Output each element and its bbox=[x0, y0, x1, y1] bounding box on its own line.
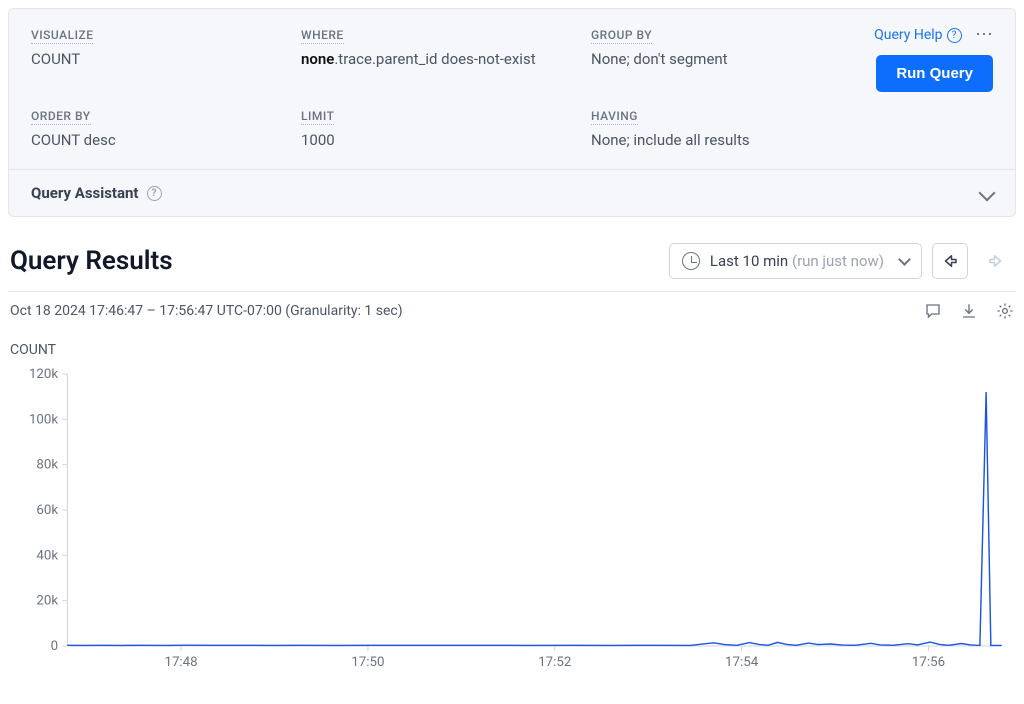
having-clause[interactable]: HAVING None; include all results bbox=[591, 108, 983, 149]
where-clause[interactable]: WHERE none.trace.parent_id does-not-exis… bbox=[301, 27, 581, 92]
group-by-clause[interactable]: GROUP BY None; don't segment bbox=[591, 27, 864, 92]
limit-value: 1000 bbox=[301, 131, 581, 149]
where-value: none.trace.parent_id does-not-exist bbox=[301, 50, 581, 68]
svg-text:0: 0 bbox=[51, 639, 58, 654]
svg-text:17:50: 17:50 bbox=[351, 655, 384, 670]
order-by-clause[interactable]: ORDER BY COUNT desc bbox=[31, 108, 291, 149]
chevron-down-icon bbox=[979, 185, 996, 202]
limit-clause[interactable]: LIMIT 1000 bbox=[301, 108, 581, 149]
svg-text:17:52: 17:52 bbox=[538, 655, 571, 670]
group-by-label: GROUP BY bbox=[591, 28, 652, 44]
results-meta-row: Oct 18 2024 17:46:47 – 17:56:47 UTC-07:0… bbox=[8, 292, 1016, 320]
arrow-right-icon bbox=[987, 252, 1005, 270]
query-assistant-title: Query Assistant ? bbox=[31, 184, 162, 202]
svg-text:80k: 80k bbox=[36, 458, 58, 473]
visualize-value: COUNT bbox=[31, 50, 291, 68]
svg-text:40k: 40k bbox=[36, 548, 58, 563]
group-by-value: None; don't segment bbox=[591, 50, 864, 68]
svg-text:60k: 60k bbox=[36, 503, 58, 518]
results-controls: Last 10 min (run just now) bbox=[669, 243, 1014, 279]
svg-text:17:54: 17:54 bbox=[725, 655, 759, 670]
query-actions: Query Help ? ⋯ Run Query bbox=[874, 27, 993, 92]
query-assistant-row[interactable]: Query Assistant ? bbox=[9, 169, 1015, 216]
visualize-clause[interactable]: VISUALIZE COUNT bbox=[31, 27, 291, 92]
download-icon[interactable] bbox=[960, 302, 978, 320]
chevron-down-icon bbox=[898, 253, 911, 266]
help-icon: ? bbox=[147, 186, 162, 201]
results-meta-text: Oct 18 2024 17:46:47 – 17:56:47 UTC-07:0… bbox=[10, 303, 403, 319]
svg-text:20k: 20k bbox=[36, 594, 58, 609]
query-builder-row-1: VISUALIZE COUNT WHERE none.trace.parent_… bbox=[9, 9, 1015, 102]
having-value: None; include all results bbox=[591, 131, 983, 149]
run-query-button[interactable]: Run Query bbox=[876, 55, 993, 92]
order-by-value: COUNT desc bbox=[31, 131, 291, 149]
count-chart[interactable]: 0 20k 40k 60k 80k 100k 120k 17:48 17:50 17:52 17:5… bbox=[10, 366, 1014, 676]
svg-text:17:56: 17:56 bbox=[912, 655, 945, 670]
time-range-secondary: (run just now) bbox=[792, 252, 884, 270]
svg-text:17:48: 17:48 bbox=[164, 655, 197, 670]
where-label: WHERE bbox=[301, 28, 344, 44]
gear-icon[interactable] bbox=[996, 302, 1014, 320]
svg-text:120k: 120k bbox=[29, 367, 59, 382]
arrow-left-icon bbox=[941, 252, 959, 270]
having-label: HAVING bbox=[591, 109, 638, 125]
time-range-picker[interactable]: Last 10 min (run just now) bbox=[669, 243, 922, 279]
limit-label: LIMIT bbox=[301, 109, 334, 125]
help-icon: ? bbox=[947, 28, 962, 43]
comment-icon[interactable] bbox=[924, 302, 942, 320]
time-back-button[interactable] bbox=[932, 243, 968, 279]
clock-icon bbox=[682, 252, 700, 270]
chart-area: COUNT 0 20k 40k 60k 80k 100k 120k 17:48 17:50 17:… bbox=[8, 342, 1016, 676]
query-help-link[interactable]: Query Help ? bbox=[874, 27, 961, 43]
time-range-primary: Last 10 min bbox=[710, 252, 788, 270]
results-header: Query Results Last 10 min (run just now) bbox=[8, 243, 1016, 279]
order-by-label: ORDER BY bbox=[31, 109, 91, 125]
more-menu-icon[interactable]: ⋯ bbox=[971, 28, 993, 42]
query-builder-panel: VISUALIZE COUNT WHERE none.trace.parent_… bbox=[8, 8, 1016, 217]
chart-title: COUNT bbox=[10, 342, 1014, 358]
query-help-label: Query Help bbox=[874, 27, 942, 43]
query-builder-row-2: ORDER BY COUNT desc LIMIT 1000 HAVING No… bbox=[9, 102, 1015, 169]
results-meta-icons bbox=[924, 302, 1014, 320]
time-forward-button[interactable] bbox=[978, 243, 1014, 279]
results-title: Query Results bbox=[10, 246, 173, 276]
visualize-label: VISUALIZE bbox=[31, 28, 93, 44]
svg-text:100k: 100k bbox=[29, 412, 59, 427]
